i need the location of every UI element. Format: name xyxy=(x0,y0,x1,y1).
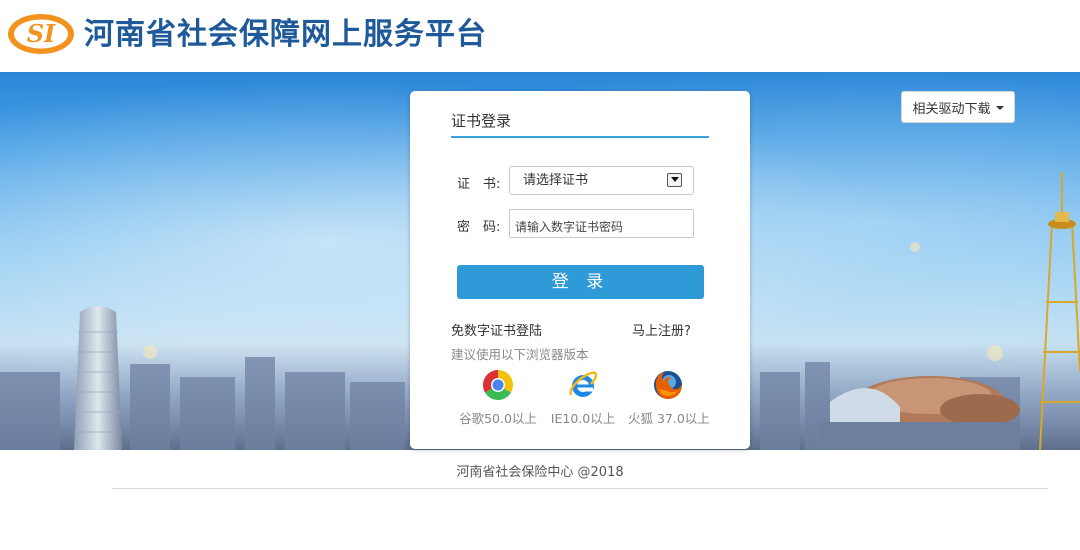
chrome-icon xyxy=(482,370,514,401)
site-title: 河南省社会保障网上服务平台 xyxy=(84,17,487,52)
password-input[interactable] xyxy=(509,209,694,238)
register-link[interactable]: 马上注册? xyxy=(632,320,691,339)
ie-label: IE10.0以上 xyxy=(550,411,616,426)
caret-down-icon xyxy=(995,106,1004,110)
driver-download-label: 相关驱动下载 xyxy=(912,101,991,117)
select-arrow-icon xyxy=(667,173,682,187)
chrome-label: 谷歌50.0以上 xyxy=(459,411,537,426)
browser-ie: IE10.0以上 xyxy=(543,369,623,427)
cert-label: 证 书: xyxy=(457,177,501,192)
firefox-label: 火狐 37.0以上 xyxy=(628,411,710,426)
browser-firefox: 火狐 37.0以上 xyxy=(628,369,710,427)
si-logo-icon: SI xyxy=(8,14,74,54)
cert-select-value: 请选择证书 xyxy=(523,173,589,188)
login-card: 证书登录 证 书: 请选择证书 密 码: 登 录 免数字证书登陆 马上注册? 建… xyxy=(410,91,750,449)
footer-divider xyxy=(112,488,1048,489)
firefox-icon xyxy=(654,371,682,399)
logo-text: SI xyxy=(27,19,56,48)
footer-copyright: 河南省社会保险中心 @2018 xyxy=(456,465,624,480)
browser-hint: 建议使用以下浏览器版本 xyxy=(451,347,589,362)
site-header: SI 河南省社会保障网上服务平台 xyxy=(0,0,1080,72)
tab-underline xyxy=(451,136,709,138)
login-button[interactable]: 登 录 xyxy=(457,265,704,299)
cert-select[interactable]: 请选择证书 xyxy=(509,166,694,195)
driver-download-dropdown[interactable]: 相关驱动下载 xyxy=(901,91,1015,123)
browser-chrome: 谷歌50.0以上 xyxy=(458,369,538,427)
tab-cert-login[interactable]: 证书登录 xyxy=(451,110,511,131)
ie-icon xyxy=(569,371,598,397)
password-label: 密 码: xyxy=(457,220,501,235)
free-login-link[interactable]: 免数字证书登陆 xyxy=(451,320,542,339)
